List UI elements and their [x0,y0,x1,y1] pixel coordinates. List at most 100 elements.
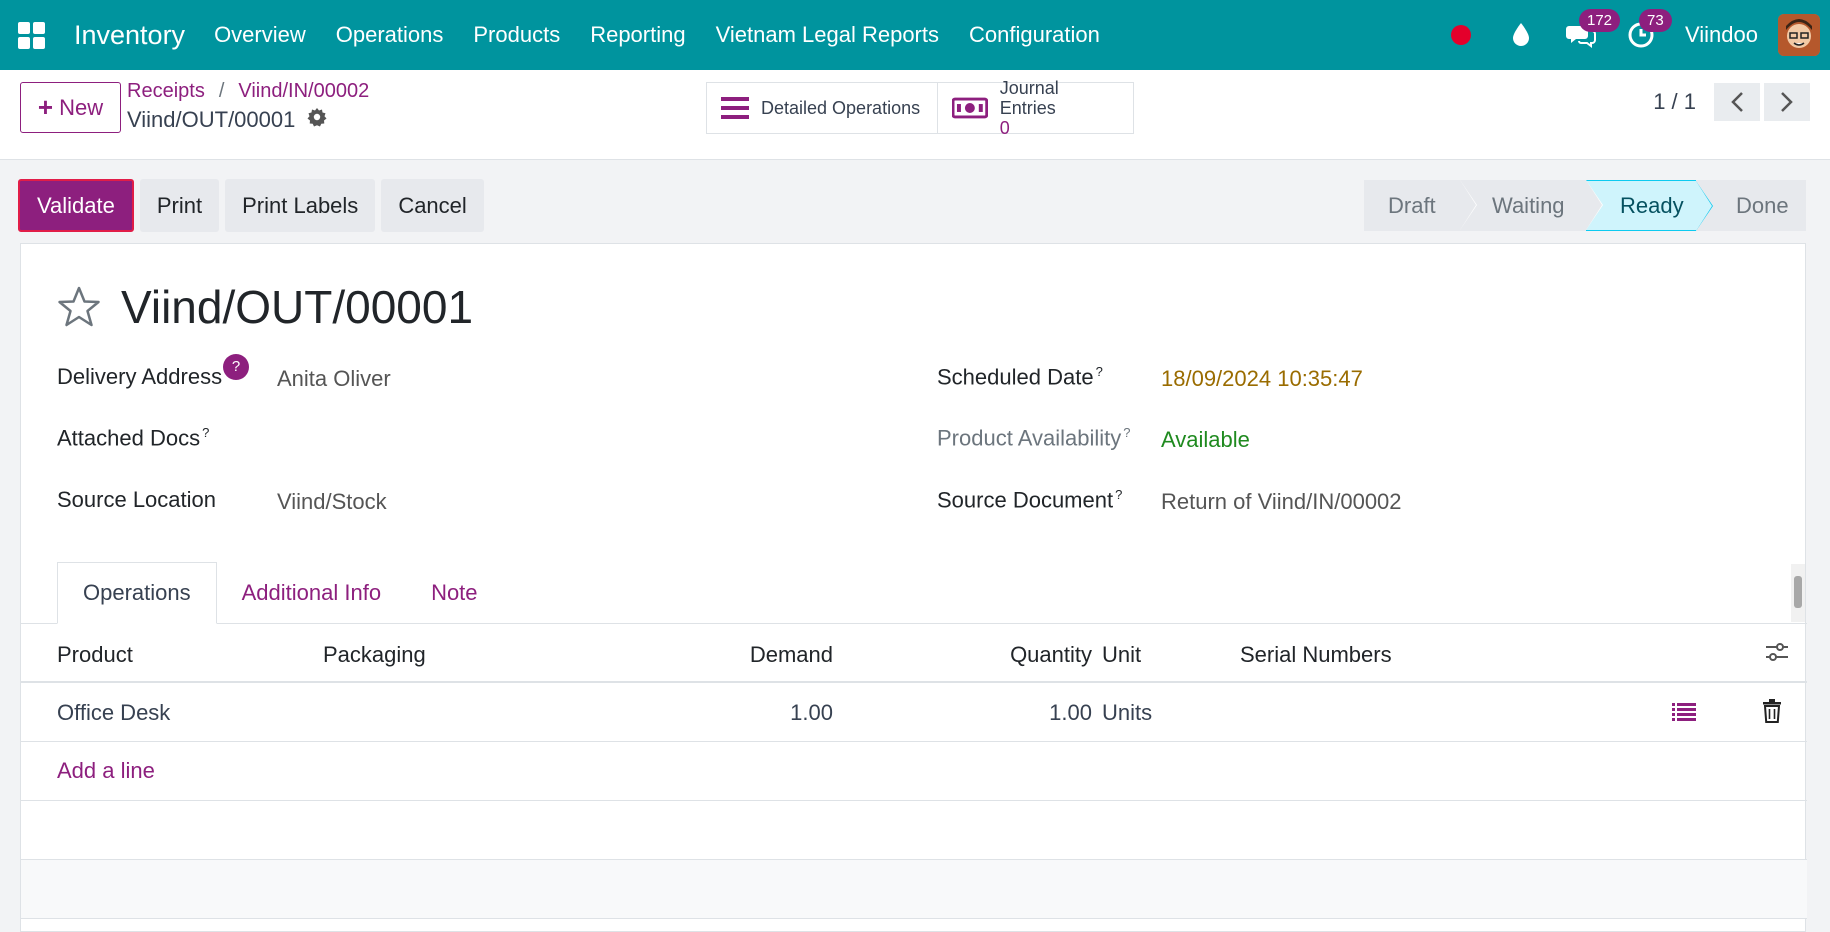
messages-icon[interactable]: 172 [1559,9,1621,57]
apps-menu-icon[interactable] [16,20,46,50]
product-availability-value: Available [1161,427,1250,452]
breadcrumb-current: Viind/OUT/00001 [127,107,296,132]
source-document-field: Source Document? [937,487,1122,513]
column-packaging[interactable]: Packaging [323,642,426,668]
column-demand[interactable]: Demand [750,642,833,668]
new-button[interactable]: + New [20,82,121,133]
journal-entries-button[interactable]: Journal Entries 0 [938,78,1134,138]
validate-button[interactable]: Validate [18,179,134,232]
menu-vietnam-legal-reports[interactable]: Vietnam Legal Reports [701,22,954,48]
app-brand[interactable]: Inventory [74,20,185,51]
details-list-icon[interactable] [1672,702,1696,728]
avatar[interactable] [1778,14,1820,56]
breadcrumb-receipt-record[interactable]: Viind/IN/00002 [238,80,369,103]
status-stage-label: Waiting [1492,192,1565,218]
pager-previous-button[interactable] [1714,83,1760,121]
breadcrumb: Receipts / Viind/IN/00002 Viind/OUT/0000… [127,80,369,133]
product-availability-label: Product Availability? [937,425,1131,451]
status-stage-label: Ready [1620,192,1684,218]
table-header: Product Packaging Demand Quantity Unit S… [21,624,1807,683]
plus-icon: + [37,92,54,122]
tab-operations[interactable]: Operations [57,562,217,624]
menu-overview[interactable]: Overview [199,22,321,48]
tab-note[interactable]: Note [406,562,502,624]
print-labels-button[interactable]: Print Labels [225,179,376,232]
notebook-tabs: Operations Additional Info Note [57,562,503,624]
detailed-operations-label: Detailed Operations [761,97,921,118]
form-sheet: Viind/OUT/00001 Delivery Address ? Anita… [20,243,1807,932]
source-document-value[interactable]: Return of Viind/IN/00002 [1161,489,1402,515]
top-navbar: Inventory Overview Operations Products R… [0,0,1830,70]
new-button-label: New [59,94,104,120]
empty-row [21,860,1807,919]
title-row: Viind/OUT/00001 [57,280,473,334]
recording-indicator-icon[interactable] [1439,13,1483,57]
operations-table: Product Packaging Demand Quantity Unit S… [21,624,1807,919]
control-panel: + New Receipts / Viind/IN/00002 Viind/OU… [0,70,1830,160]
row-demand[interactable]: 1.00 [790,700,833,726]
delivery-address-label: Delivery Address [57,364,223,389]
money-icon [952,97,988,119]
attached-docs-label: Attached Docs? [57,425,210,451]
row-quantity[interactable]: 1.00 [1049,700,1092,726]
menu-configuration[interactable]: Configuration [954,22,1115,48]
source-location-value[interactable]: Viind/Stock [277,489,387,515]
scrollbar[interactable] [1791,564,1805,622]
status-stage-label: Draft [1388,192,1436,218]
activities-count-badge: 73 [1639,9,1672,32]
pager-next-button[interactable] [1764,83,1810,121]
print-button[interactable]: Print [139,179,220,232]
source-document-label: Source Document? [937,487,1123,513]
user-menu[interactable]: Viindoo [1685,22,1758,48]
chevron-right-icon [1781,92,1793,112]
page-title: Viind/OUT/00001 [121,281,474,333]
table-row[interactable]: Office Desk 1.00 1.00 Units [21,683,1807,742]
status-bar: Draft Waiting Ready Done [1364,180,1806,231]
column-serial-numbers[interactable]: Serial Numbers [1240,642,1392,668]
breadcrumb-separator: / [218,80,225,102]
status-stage-label: Done [1736,192,1789,218]
cancel-button[interactable]: Cancel [381,179,484,232]
scheduled-date-label: Scheduled Date? [937,364,1103,390]
systray: 172 73 Viindoo [1439,0,1830,70]
menu-products[interactable]: Products [458,22,575,48]
scheduled-date-value[interactable]: 18/09/2024 10:35:47 [1161,366,1363,392]
delivery-address-value[interactable]: Anita Oliver [277,366,391,392]
detailed-operations-button[interactable]: Detailed Operations [706,82,938,134]
pager-value[interactable]: 1 / 1 [1653,89,1696,115]
messages-count-badge: 172 [1579,9,1621,32]
help-icon[interactable]: ? [223,354,250,380]
column-product[interactable]: Product [57,642,133,668]
smart-buttons: Detailed Operations Journal Entries 0 [706,78,1134,138]
attached-docs-field: Attached Docs? [57,425,209,451]
star-icon[interactable] [57,285,101,329]
chevron-left-icon [1731,92,1743,112]
row-product[interactable]: Office Desk [57,700,170,726]
scheduled-date-field: Scheduled Date? [937,364,1103,390]
gear-icon[interactable] [307,107,327,133]
menu-reporting[interactable]: Reporting [575,22,700,48]
add-line-link[interactable]: Add a line [57,758,155,784]
source-location-label: Source Location [57,487,216,512]
column-settings-icon[interactable] [1765,640,1789,670]
delivery-address-field: Delivery Address ? [57,354,250,390]
theme-drop-icon[interactable] [1499,13,1543,57]
list-icon [721,97,749,119]
trash-icon[interactable] [1762,699,1782,729]
product-availability-field: Product Availability? [937,425,1130,451]
tab-additional-info[interactable]: Additional Info [217,562,406,624]
row-unit[interactable]: Units [1102,700,1152,726]
menu-operations[interactable]: Operations [321,22,459,48]
status-stage-waiting[interactable]: Waiting [1460,180,1603,231]
activities-clock-icon[interactable]: 73 [1619,9,1672,57]
form-action-buttons: Validate Print Print Labels Cancel [18,179,490,232]
journal-entries-count: 0 [999,118,1010,138]
breadcrumb-receipts[interactable]: Receipts [127,80,205,103]
pager: 1 / 1 [1653,83,1810,121]
column-quantity[interactable]: Quantity [1010,642,1092,668]
journal-entries-label: Journal Entries [999,78,1059,118]
column-unit[interactable]: Unit [1102,642,1141,668]
status-stage-draft[interactable]: Draft [1364,180,1477,231]
source-location-field: Source Location [57,487,216,513]
empty-row [21,801,1807,860]
